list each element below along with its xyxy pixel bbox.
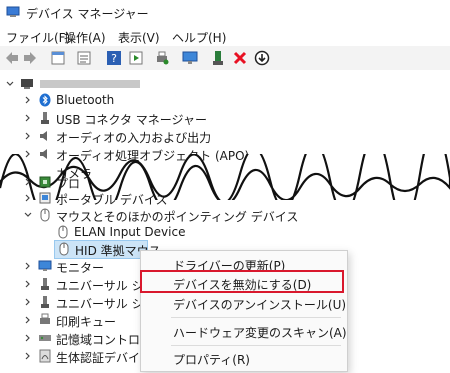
chevron-right-icon	[25, 178, 30, 186]
tree-item-label: Bluetooth	[56, 93, 115, 107]
chevron-down-icon	[24, 212, 32, 217]
toolbar: ?	[0, 46, 450, 71]
highlight-box	[140, 270, 344, 293]
chevron-right-icon	[25, 114, 30, 122]
tree-item-label: オーディオの入力および出力	[56, 131, 212, 145]
title-bar: デバイス マネージャー	[0, 0, 450, 26]
tree-item-label: 印刷キュー	[56, 315, 117, 329]
bluetooth-icon	[39, 93, 51, 107]
tree-item-label: マウスとそのほかのポインティング デバイス	[56, 210, 299, 224]
tree-item-portable-devices[interactable]: ポータブル デバイス	[22, 190, 322, 208]
properties-icon[interactable]	[50, 50, 66, 66]
menu-item-label: ハードウェア変更のスキャン(A)	[173, 326, 347, 340]
menu-action[interactable]: 操作(A)	[64, 29, 106, 46]
computer-name-redacted	[40, 80, 140, 88]
fingerprint-icon	[39, 349, 51, 363]
menu-scan-hardware[interactable]: ハードウェア変更のスキャン(A)	[141, 320, 347, 342]
tree-item-hid-mouse[interactable]: HID 準拠マウス	[54, 240, 161, 259]
tree-item-label: 生体認証デバイス	[56, 351, 152, 365]
printer-icon	[40, 313, 50, 324]
portable-device-icon	[39, 192, 51, 204]
chevron-right-icon	[25, 262, 30, 270]
menu-separator	[171, 317, 341, 318]
run-icon[interactable]	[128, 50, 144, 66]
computer-icon	[21, 79, 33, 89]
menu-view[interactable]: 表示(V)	[118, 29, 160, 46]
tree-item-label: USB コネクタ マネージャー	[56, 113, 207, 127]
processor-icon	[39, 176, 51, 188]
tree-item-label: モニター	[56, 261, 105, 275]
monitor-icon	[38, 260, 52, 271]
menu-file[interactable]: ファイル(F)	[6, 29, 70, 46]
update-driver-icon[interactable]	[210, 50, 226, 66]
chevron-down-icon	[6, 81, 14, 86]
chevron-right-icon	[25, 280, 30, 288]
device-manager-icon	[6, 6, 20, 17]
chevron-right-icon	[25, 352, 30, 360]
device-list-icon[interactable]	[76, 50, 92, 66]
context-menu: ドライバーの更新(P) デバイスを無効にする(D) デバイスのアンインストール(…	[140, 250, 348, 372]
menu-item-label: デバイスのアンインストール(U)	[173, 298, 347, 312]
svg-text:?: ?	[111, 52, 117, 65]
chevron-right-icon	[25, 194, 30, 202]
menu-separator	[171, 345, 341, 346]
forward-arrow-icon[interactable]	[22, 50, 38, 66]
tree-item-audio-io[interactable]: オーディオの入力および出力	[22, 128, 322, 146]
chevron-right-icon	[25, 298, 30, 306]
menu-item-label: プロパティ(R)	[173, 353, 250, 367]
chevron-right-icon	[25, 316, 30, 324]
speaker-icon	[40, 131, 47, 141]
tree-item-usb-connector[interactable]: USB コネクタ マネージャー	[22, 110, 322, 128]
menu-properties[interactable]: プロパティ(R)	[141, 347, 347, 369]
tree-item-mice[interactable]: マウスとそのほかのポインティング デバイス	[22, 207, 342, 225]
menu-help[interactable]: ヘルプ(H)	[172, 29, 226, 46]
chevron-right-icon	[25, 96, 30, 104]
tree-item-label: ELAN Input Device	[74, 225, 186, 239]
menu-uninstall-device[interactable]: デバイスのアンインストール(U)	[141, 292, 347, 314]
tree-item-bluetooth[interactable]: Bluetooth	[22, 92, 322, 110]
chevron-right-icon	[25, 334, 30, 342]
window-title: デバイス マネージャー	[26, 7, 149, 21]
usb-icon	[41, 296, 49, 308]
mouse-icon	[40, 208, 50, 222]
usb-icon	[41, 112, 49, 124]
back-arrow-icon[interactable]	[4, 50, 20, 66]
menu-bar: ファイル(F) 操作(A) 表示(V) ヘルプ(H)	[0, 26, 450, 46]
download-icon[interactable]	[254, 50, 270, 66]
uninstall-icon[interactable]	[232, 50, 248, 66]
storage-icon	[39, 335, 51, 341]
mouse-icon	[58, 225, 68, 239]
usb-icon	[41, 278, 49, 290]
print-icon[interactable]	[154, 50, 170, 66]
tree-item-label: ポータブル デバイス	[56, 193, 168, 207]
mouse-icon	[59, 242, 69, 256]
chevron-right-icon	[25, 132, 30, 140]
monitor-scan-icon[interactable]	[182, 50, 198, 66]
help-icon[interactable]: ?	[106, 50, 122, 66]
